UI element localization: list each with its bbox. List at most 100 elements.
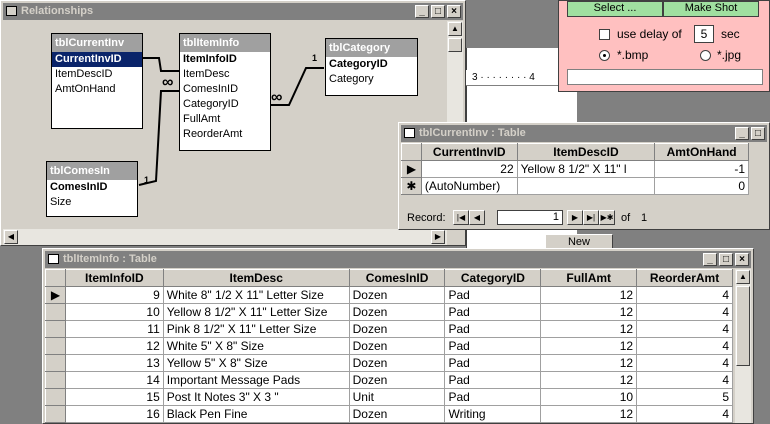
minimize-icon[interactable]: _ bbox=[703, 253, 717, 266]
field-item[interactable]: ItemInfoID bbox=[180, 52, 270, 67]
table-row[interactable]: 16 Black Pen Fine Dozen Writing 12 4 bbox=[45, 405, 733, 423]
cell[interactable]: 12 bbox=[540, 303, 638, 321]
cell[interactable]: Pad bbox=[444, 371, 542, 389]
scroll-thumb[interactable] bbox=[736, 286, 750, 366]
cell[interactable]: 13 bbox=[64, 354, 164, 372]
column-header[interactable]: ItemInfoID bbox=[64, 269, 164, 287]
cell[interactable]: Pad bbox=[444, 286, 542, 304]
cell[interactable]: Pad bbox=[444, 388, 542, 406]
cell[interactable]: Dozen bbox=[348, 320, 446, 338]
row-selector[interactable] bbox=[45, 354, 66, 372]
cell[interactable]: 12 bbox=[64, 337, 164, 355]
column-header[interactable]: ComesInID bbox=[348, 269, 446, 287]
cell[interactable]: 16 bbox=[64, 405, 164, 423]
maximize-icon[interactable]: □ bbox=[751, 127, 765, 140]
row-selector-header[interactable] bbox=[45, 269, 66, 287]
cell[interactable]: Pad bbox=[444, 337, 542, 355]
new-row[interactable]: ✱ (AutoNumber) 0 bbox=[401, 177, 749, 195]
table-box-category[interactable]: tblCategory CategoryID Category bbox=[325, 38, 418, 96]
table-row[interactable]: ▶ 9 White 8" 1/2 X 11" Letter Size Dozen… bbox=[45, 286, 733, 304]
cell[interactable]: 4 bbox=[636, 337, 733, 355]
cell[interactable]: Yellow 8 1/2" X 11" Letter Size bbox=[162, 303, 350, 321]
filename-field[interactable] bbox=[567, 69, 763, 85]
cell[interactable]: Important Message Pads bbox=[162, 371, 350, 389]
cell[interactable]: 4 bbox=[636, 303, 733, 321]
table-row[interactable]: 14 Important Message Pads Dozen Pad 12 4 bbox=[45, 371, 733, 389]
table-row[interactable]: 10 Yellow 8 1/2" X 11" Letter Size Dozen… bbox=[45, 303, 733, 321]
field-item[interactable]: ComesInID bbox=[47, 180, 137, 195]
jpg-radio[interactable] bbox=[700, 50, 711, 61]
prev-record-icon[interactable]: ◀ bbox=[469, 210, 485, 225]
cell[interactable]: Pad bbox=[444, 354, 542, 372]
cell[interactable]: Dozen bbox=[348, 286, 446, 304]
cell[interactable]: 14 bbox=[64, 371, 164, 389]
cell[interactable]: 5 bbox=[636, 388, 733, 406]
table-row[interactable]: 15 Post It Notes 3" X 3 " Unit Pad 10 5 bbox=[45, 388, 733, 406]
current-inv-title-bar[interactable]: tblCurrentInv : Table _ □ bbox=[401, 125, 767, 142]
cell[interactable]: 22 bbox=[420, 160, 518, 178]
cell[interactable]: 4 bbox=[636, 405, 733, 423]
cell[interactable]: 12 bbox=[540, 286, 638, 304]
cell[interactable]: 4 bbox=[636, 371, 733, 389]
cell[interactable]: Writing bbox=[444, 405, 542, 423]
cell[interactable]: Dozen bbox=[348, 303, 446, 321]
table-row[interactable]: 13 Yellow 5" X 8" Size Dozen Pad 12 4 bbox=[45, 354, 733, 372]
table-box-comes-in[interactable]: tblComesIn ComesInID Size bbox=[46, 161, 138, 217]
cell[interactable]: 10 bbox=[64, 303, 164, 321]
table-box-current-inv[interactable]: tblCurrentInv CurrentInvID ItemDescID Am… bbox=[51, 33, 143, 129]
cell[interactable]: White 5" X 8" Size bbox=[162, 337, 350, 355]
cell[interactable]: Dozen bbox=[348, 337, 446, 355]
cell[interactable]: 12 bbox=[540, 371, 638, 389]
cell[interactable]: 4 bbox=[636, 320, 733, 338]
field-item[interactable]: ComesInID bbox=[180, 82, 270, 97]
scroll-left-icon[interactable]: ◀ bbox=[4, 230, 18, 244]
column-header[interactable]: AmtOnHand bbox=[654, 143, 749, 161]
table-row[interactable]: 11 Pink 8 1/2" X 11" Letter Size Dozen P… bbox=[45, 320, 733, 338]
delay-input[interactable]: 5 bbox=[694, 25, 714, 43]
cell[interactable]: -1 bbox=[654, 160, 749, 178]
table-row[interactable]: 12 White 5" X 8" Size Dozen Pad 12 4 bbox=[45, 337, 733, 355]
current-record-icon[interactable]: ▶ bbox=[401, 160, 422, 178]
table-row[interactable]: ▶ 22 Yellow 8 1/2" X 11" l -1 bbox=[401, 160, 749, 178]
field-item[interactable]: CategoryID bbox=[326, 57, 417, 72]
maximize-icon[interactable]: □ bbox=[719, 253, 733, 266]
row-selector[interactable] bbox=[45, 371, 66, 389]
cell[interactable]: 0 bbox=[654, 177, 749, 195]
column-header[interactable]: ItemDesc bbox=[162, 269, 350, 287]
cell[interactable]: (AutoNumber) bbox=[420, 177, 518, 195]
row-selector[interactable] bbox=[45, 303, 66, 321]
current-record-icon[interactable]: ▶ bbox=[45, 286, 66, 304]
cell[interactable]: Dozen bbox=[348, 354, 446, 372]
close-icon[interactable]: × bbox=[735, 253, 749, 266]
new-record-icon[interactable]: ✱ bbox=[401, 177, 422, 195]
bmp-radio[interactable] bbox=[599, 50, 610, 61]
minimize-icon[interactable]: _ bbox=[735, 127, 749, 140]
cell[interactable]: Post It Notes 3" X 3 " bbox=[162, 388, 350, 406]
field-item[interactable]: ItemDesc bbox=[180, 67, 270, 82]
row-selector[interactable] bbox=[45, 320, 66, 338]
cell[interactable]: Yellow 8 1/2" X 11" l bbox=[516, 160, 656, 178]
scroll-up-icon[interactable]: ▲ bbox=[736, 270, 750, 284]
item-info-title-bar[interactable]: tblItemInfo : Table _ □ × bbox=[45, 251, 751, 268]
cell[interactable]: 12 bbox=[540, 337, 638, 355]
cell[interactable]: White 8" 1/2 X 11" Letter Size bbox=[162, 286, 350, 304]
cell[interactable]: 12 bbox=[540, 405, 638, 423]
select-button[interactable]: Select ... bbox=[567, 1, 663, 17]
cell[interactable]: Unit bbox=[348, 388, 446, 406]
scroll-right-icon[interactable]: ▶ bbox=[431, 230, 445, 244]
field-item[interactable]: ItemDescID bbox=[52, 67, 142, 82]
column-header[interactable]: ReorderAmt bbox=[636, 269, 733, 287]
cell[interactable]: Black Pen Fine bbox=[162, 405, 350, 423]
cell[interactable]: Pink 8 1/2" X 11" Letter Size bbox=[162, 320, 350, 338]
field-item[interactable]: AmtOnHand bbox=[52, 82, 142, 97]
row-selector[interactable] bbox=[45, 388, 66, 406]
row-selector[interactable] bbox=[45, 337, 66, 355]
field-item[interactable]: CategoryID bbox=[180, 97, 270, 112]
row-selector-header[interactable] bbox=[401, 143, 422, 161]
cell[interactable]: 12 bbox=[540, 354, 638, 372]
column-header[interactable]: CurrentInvID bbox=[420, 143, 518, 161]
record-number-input[interactable]: 1 bbox=[497, 210, 563, 225]
row-selector[interactable] bbox=[45, 405, 66, 423]
scroll-up-icon[interactable]: ▲ bbox=[448, 22, 462, 36]
cell[interactable]: 12 bbox=[540, 320, 638, 338]
